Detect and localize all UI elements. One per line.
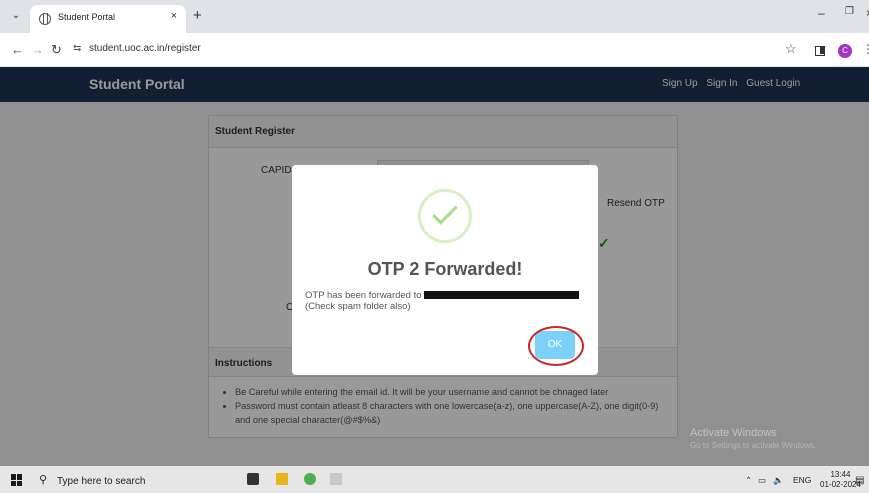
url-field[interactable]: ⇆ student.uoc.ac.in/register bbox=[73, 39, 773, 61]
side-panel-icon[interactable] bbox=[815, 46, 825, 56]
tray-overflow-icon[interactable]: ⌃ bbox=[745, 475, 752, 486]
pinned-app-icon[interactable] bbox=[330, 473, 342, 485]
browser-tab[interactable]: Student Portal × bbox=[30, 5, 186, 33]
url-text[interactable]: student.uoc.ac.in/register bbox=[89, 43, 201, 54]
bookmark-star-icon[interactable]: ☆ bbox=[785, 41, 797, 57]
new-tab-button[interactable]: + bbox=[193, 7, 202, 24]
taskbar-search[interactable]: ⚲ Type here to search bbox=[33, 469, 233, 491]
annotation-circle bbox=[528, 326, 584, 366]
site-info-icon[interactable]: ⇆ bbox=[73, 43, 81, 54]
redacted-email bbox=[423, 291, 579, 300]
minimize-icon[interactable]: – bbox=[818, 6, 825, 20]
browser-menu-icon[interactable]: ⋮ bbox=[862, 42, 869, 56]
task-view-icon[interactable] bbox=[247, 473, 259, 485]
tab-title: Student Portal bbox=[58, 12, 116, 22]
volume-icon[interactable]: 🔈 bbox=[773, 475, 784, 486]
otp-forwarded-dialog: OTP 2 Forwarded! OTP has been forwarded … bbox=[292, 165, 598, 375]
page: Student Portal Sign Up Sign In Guest Log… bbox=[0, 67, 869, 466]
address-bar: ← → ↻ ⇆ student.uoc.ac.in/register ☆ C ⋮ bbox=[0, 33, 869, 67]
network-icon[interactable]: ▭ bbox=[758, 475, 766, 486]
windows-start-icon[interactable] bbox=[11, 474, 23, 486]
success-check-icon bbox=[418, 189, 472, 243]
windows-taskbar: ⚲ Type here to search ⌃ ▭ 🔈 ENG 13:44 01… bbox=[0, 466, 869, 493]
dialog-message-prefix: OTP has been forwarded to bbox=[305, 290, 422, 301]
search-icon: ⚲ bbox=[39, 474, 48, 486]
notifications-icon[interactable]: ▤ bbox=[855, 475, 864, 486]
globe-icon bbox=[39, 13, 51, 25]
activate-windows-watermark: Activate Windows bbox=[690, 427, 777, 439]
file-explorer-icon[interactable] bbox=[276, 473, 288, 485]
profile-avatar[interactable]: C bbox=[838, 44, 852, 58]
forward-icon[interactable]: → bbox=[31, 42, 44, 57]
reload-icon[interactable]: ↻ bbox=[51, 42, 62, 58]
taskbar-search-placeholder[interactable]: Type here to search bbox=[57, 476, 145, 487]
dialog-message: OTP has been forwarded to (Check spam fo… bbox=[305, 290, 579, 312]
activate-windows-subtext: Go to Settings to activate Windows. bbox=[690, 441, 817, 450]
back-icon[interactable]: ← bbox=[11, 42, 24, 57]
tab-close-icon[interactable]: × bbox=[171, 10, 177, 22]
tab-list-icon[interactable]: ⌄ bbox=[8, 8, 24, 24]
language-indicator[interactable]: ENG bbox=[793, 475, 811, 485]
dialog-message-suffix: (Check spam folder also) bbox=[305, 301, 411, 312]
dialog-title: OTP 2 Forwarded! bbox=[367, 259, 523, 279]
chrome-icon[interactable] bbox=[304, 473, 316, 485]
browser-tab-bar: ⌄ Student Portal × + – ❐ × bbox=[0, 0, 869, 33]
restore-icon[interactable]: ❐ bbox=[845, 6, 854, 17]
